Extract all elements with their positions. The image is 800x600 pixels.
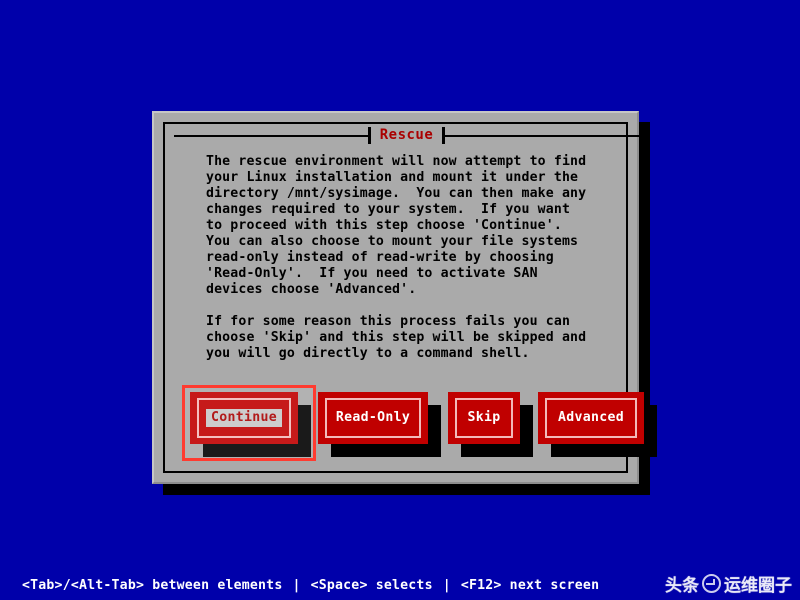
body-line: you will go directly to a command shell. bbox=[206, 346, 530, 361]
body-line: choose 'Skip' and this step will be skip… bbox=[206, 330, 587, 345]
button-advanced[interactable]: Advanced bbox=[538, 392, 658, 458]
button-inner-frame: Advanced bbox=[545, 398, 637, 438]
dialog-body-text: The rescue environment will now attempt … bbox=[206, 154, 606, 362]
installer-screen: Rescue The rescue environment will now a… bbox=[0, 0, 800, 600]
button-skip[interactable]: Skip bbox=[448, 392, 534, 458]
body-line: The rescue environment will now attempt … bbox=[206, 154, 587, 169]
watermark-text-left: 头条 bbox=[665, 576, 699, 596]
button-face[interactable]: Read-Only bbox=[318, 392, 428, 444]
button-inner-frame: Read-Only bbox=[325, 398, 421, 438]
button-label: Skip bbox=[467, 410, 501, 426]
status-separator: | bbox=[292, 577, 301, 593]
body-line: devices choose 'Advanced'. bbox=[206, 282, 417, 297]
dialog-button-row: Continue Read-Only Skip Advanced bbox=[165, 392, 657, 472]
title-tick-right bbox=[442, 127, 446, 144]
button-label: Continue bbox=[206, 409, 282, 427]
dialog-title: Rescue bbox=[370, 127, 443, 144]
status-hint: <Tab>/<Alt-Tab> between elements bbox=[22, 577, 283, 593]
rescue-dialog: Rescue The rescue environment will now a… bbox=[152, 111, 657, 484]
watermark: 头条 运维圈子 bbox=[665, 571, 792, 596]
status-hint: <Space> selects bbox=[310, 577, 433, 593]
button-label: Read-Only bbox=[335, 410, 411, 426]
title-tick-left bbox=[367, 127, 371, 144]
button-face[interactable]: Skip bbox=[448, 392, 520, 444]
body-line: changes required to your system. If you … bbox=[206, 202, 571, 217]
button-label: Advanced bbox=[558, 410, 624, 426]
button-continue[interactable]: Continue bbox=[190, 392, 312, 458]
body-line: your Linux installation and mount it und… bbox=[206, 170, 579, 185]
button-face[interactable]: Continue bbox=[190, 392, 298, 444]
status-hint: <F12> next screen bbox=[460, 577, 600, 593]
status-separator: | bbox=[442, 577, 451, 593]
button-face[interactable]: Advanced bbox=[538, 392, 644, 444]
body-line: You can also choose to mount your file s… bbox=[206, 234, 579, 249]
watermark-text-right: 运维圈子 bbox=[724, 576, 792, 596]
toutiao-logo-icon bbox=[702, 574, 721, 593]
button-inner-frame: Continue bbox=[197, 398, 291, 438]
body-line: to proceed with this step choose 'Contin… bbox=[206, 218, 562, 233]
body-line: If for some reason this process fails yo… bbox=[206, 314, 571, 329]
body-line: directory /mnt/sysimage. You can then ma… bbox=[206, 186, 587, 201]
button-inner-frame: Skip bbox=[455, 398, 513, 438]
body-blank-line bbox=[206, 298, 606, 314]
body-line: read-only instead of read-write by choos… bbox=[206, 250, 554, 265]
body-line: 'Read-Only'. If you need to activate SAN bbox=[206, 266, 538, 281]
button-read-only[interactable]: Read-Only bbox=[318, 392, 442, 458]
dialog-inner-frame: Rescue The rescue environment will now a… bbox=[163, 122, 657, 473]
dialog-title-bar: Rescue bbox=[174, 126, 640, 145]
